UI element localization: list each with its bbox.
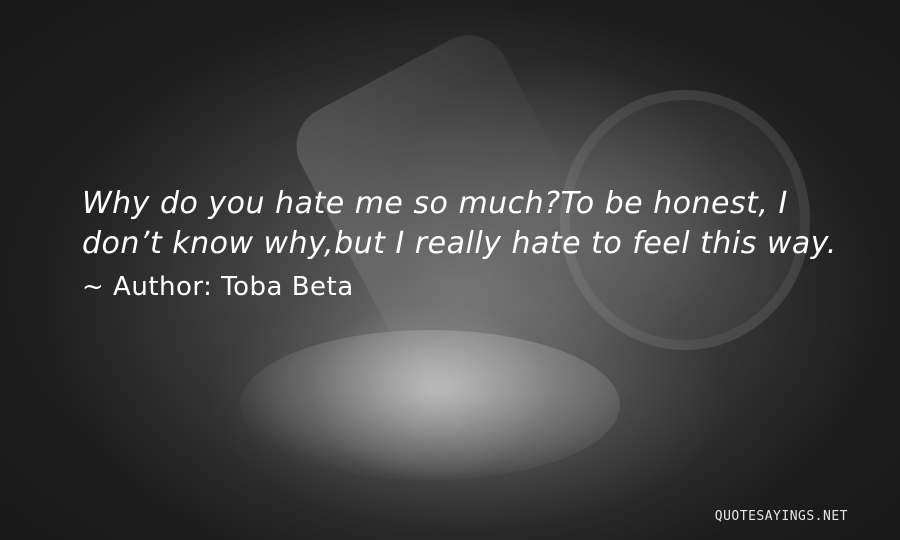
site-watermark: QUOTESAYINGS.NET [714, 509, 848, 524]
author-line: ~ Author: Toba Beta [82, 272, 354, 302]
quote-image: Why do you hate me so much?To be honest,… [0, 0, 900, 540]
quote-text: Why do you hate me so much?To be honest,… [82, 186, 837, 261]
